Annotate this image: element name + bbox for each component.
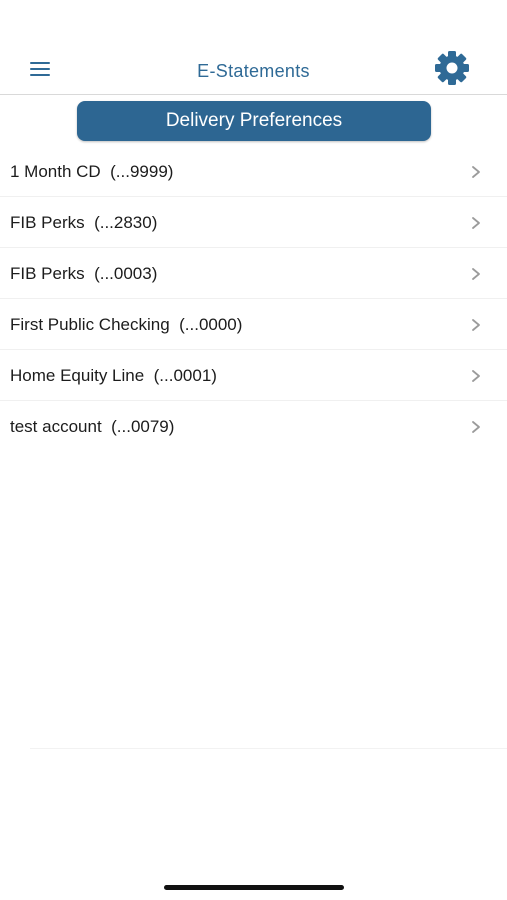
account-row[interactable]: FIB Perks (...0003) [0, 248, 507, 299]
estatements-screen: E-Statements Delivery Preferences 1 Mont… [0, 0, 507, 900]
chevron-right-icon [472, 268, 480, 280]
account-label: test account (...0079) [10, 417, 175, 436]
account-row[interactable]: test account (...0079) [0, 401, 507, 451]
account-row[interactable]: Home Equity Line (...0001) [0, 350, 507, 401]
account-list: 1 Month CD (...9999) FIB Perks (...2830)… [0, 146, 507, 451]
account-label: 1 Month CD (...9999) [10, 162, 174, 181]
account-label: First Public Checking (...0000) [10, 315, 243, 334]
account-row[interactable]: FIB Perks (...2830) [0, 197, 507, 248]
home-indicator[interactable] [164, 885, 344, 890]
nav-header: E-Statements [0, 40, 507, 95]
chevron-right-icon [472, 319, 480, 331]
delivery-preferences-button[interactable]: Delivery Preferences [77, 101, 431, 141]
account-label: FIB Perks (...2830) [10, 213, 158, 232]
chevron-right-icon [472, 217, 480, 229]
chevron-right-icon [472, 421, 480, 433]
chevron-right-icon [472, 370, 480, 382]
divider [30, 748, 507, 749]
chevron-right-icon [472, 166, 480, 178]
account-row[interactable]: 1 Month CD (...9999) [0, 146, 507, 197]
gear-icon[interactable] [431, 50, 473, 86]
account-label: Home Equity Line (...0001) [10, 366, 217, 385]
account-label: FIB Perks (...0003) [10, 264, 158, 283]
gear-icon-graphic [435, 51, 469, 85]
account-row[interactable]: First Public Checking (...0000) [0, 299, 507, 350]
